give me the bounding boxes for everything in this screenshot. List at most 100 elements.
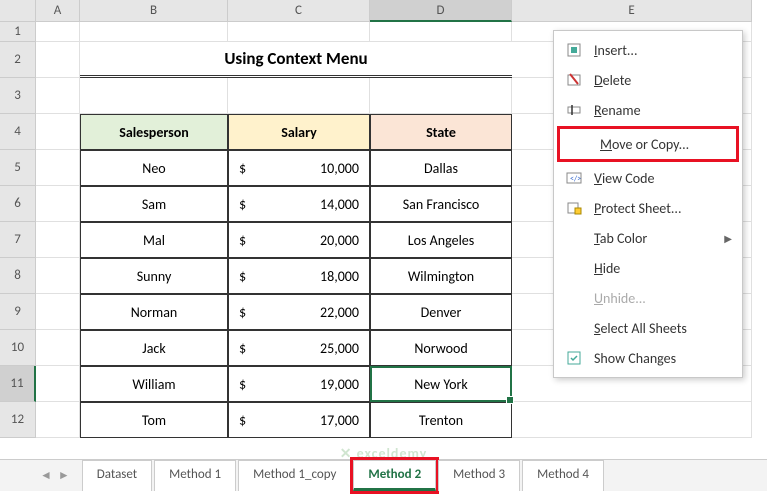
header-salary[interactable]: Salary bbox=[228, 114, 370, 150]
menu-label: View Code bbox=[594, 170, 732, 187]
svg-text:</>: </> bbox=[570, 174, 581, 184]
row-header-9[interactable]: 9 bbox=[0, 294, 36, 330]
menu-hide[interactable]: Hide bbox=[554, 253, 742, 283]
cell-a8[interactable] bbox=[36, 258, 80, 294]
cell-c1[interactable] bbox=[228, 22, 370, 42]
cell-state[interactable]: Trenton bbox=[370, 402, 512, 438]
row-header-8[interactable]: 8 bbox=[0, 258, 36, 294]
cell-salary[interactable]: $20,000 bbox=[228, 222, 370, 258]
col-header-a[interactable]: A bbox=[36, 0, 80, 22]
select-all-corner[interactable] bbox=[0, 0, 36, 22]
row-header-11[interactable]: 11 bbox=[0, 366, 36, 402]
delete-icon bbox=[564, 70, 584, 90]
cell-d1[interactable] bbox=[370, 22, 512, 42]
row-header-6[interactable]: 6 bbox=[0, 186, 36, 222]
menu-insert[interactable]: Insert... bbox=[554, 35, 742, 65]
cell-a11[interactable] bbox=[36, 366, 80, 402]
tab-nav: ◄ ► bbox=[40, 468, 70, 483]
cell-name[interactable]: Norman bbox=[80, 294, 228, 330]
menu-show-changes[interactable]: Show Changes bbox=[554, 343, 742, 373]
cell-a9[interactable] bbox=[36, 294, 80, 330]
row-header-7[interactable]: 7 bbox=[0, 222, 36, 258]
title-cell[interactable]: Using Context Menu bbox=[80, 42, 512, 78]
cell-salary[interactable]: $14,000 bbox=[228, 186, 370, 222]
cell-name[interactable]: Mal bbox=[80, 222, 228, 258]
cell-salary[interactable]: $19,000 bbox=[228, 366, 370, 402]
menu-view-code[interactable]: </> View Code bbox=[554, 163, 742, 193]
cell-a4[interactable] bbox=[36, 114, 80, 150]
sheet-tabs-bar: ◄ ► DatasetMethod 1Method 1_copyMethod 2… bbox=[0, 459, 767, 491]
cell-b3[interactable] bbox=[80, 78, 228, 114]
cell-name[interactable]: Sam bbox=[80, 186, 228, 222]
cell-state[interactable]: San Francisco bbox=[370, 186, 512, 222]
cell-salary[interactable]: $17,000 bbox=[228, 402, 370, 438]
sheet-tab[interactable]: Method 2 bbox=[353, 460, 436, 491]
cell-name[interactable]: Sunny bbox=[80, 258, 228, 294]
col-header-d[interactable]: D bbox=[370, 0, 512, 22]
cell-d3[interactable] bbox=[370, 78, 512, 114]
cell-a5[interactable] bbox=[36, 150, 80, 186]
cell-state[interactable]: Norwood bbox=[370, 330, 512, 366]
cell-c3[interactable] bbox=[228, 78, 370, 114]
row-header-4[interactable]: 4 bbox=[0, 114, 36, 150]
move-copy-icon bbox=[570, 134, 590, 154]
header-state[interactable]: State bbox=[370, 114, 512, 150]
header-salesperson[interactable]: Salesperson bbox=[80, 114, 228, 150]
cell-name[interactable]: Neo bbox=[80, 150, 228, 186]
cell-e12[interactable] bbox=[512, 402, 752, 438]
tab-color-icon bbox=[564, 228, 584, 248]
protect-icon bbox=[564, 198, 584, 218]
cell-state[interactable]: New York bbox=[370, 366, 512, 402]
menu-move-copy[interactable]: Move or Copy... bbox=[560, 129, 736, 159]
show-changes-icon bbox=[564, 348, 584, 368]
hide-icon bbox=[564, 258, 584, 278]
tab-next-icon[interactable]: ► bbox=[58, 468, 70, 483]
col-header-c[interactable]: C bbox=[228, 0, 370, 22]
sheet-tab[interactable]: Method 4 bbox=[522, 460, 604, 491]
col-header-b[interactable]: B bbox=[80, 0, 228, 22]
row-header-12[interactable]: 12 bbox=[0, 402, 36, 438]
sheet-tab[interactable]: Dataset bbox=[82, 460, 152, 491]
cell-a12[interactable] bbox=[36, 402, 80, 438]
cell-a6[interactable] bbox=[36, 186, 80, 222]
cell-a2[interactable] bbox=[36, 42, 80, 78]
tab-prev-icon[interactable]: ◄ bbox=[40, 468, 52, 483]
cell-state[interactable]: Denver bbox=[370, 294, 512, 330]
menu-rename[interactable]: Rename bbox=[554, 95, 742, 125]
menu-unhide: Unhide... bbox=[554, 283, 742, 313]
row-header-3[interactable]: 3 bbox=[0, 78, 36, 114]
cell-name[interactable]: Tom bbox=[80, 402, 228, 438]
cell-salary[interactable]: $22,000 bbox=[228, 294, 370, 330]
select-all-icon bbox=[564, 318, 584, 338]
row-header-1[interactable]: 1 bbox=[0, 22, 36, 42]
cell-salary[interactable]: $18,000 bbox=[228, 258, 370, 294]
cell-a3[interactable] bbox=[36, 78, 80, 114]
row-header-5[interactable]: 5 bbox=[0, 150, 36, 186]
menu-label: Hide bbox=[594, 260, 732, 277]
row-header-10[interactable]: 10 bbox=[0, 330, 36, 366]
menu-protect-sheet[interactable]: Protect Sheet... bbox=[554, 193, 742, 223]
cell-state[interactable]: Dallas bbox=[370, 150, 512, 186]
cell-name[interactable]: William bbox=[80, 366, 228, 402]
cell-state[interactable]: Los Angeles bbox=[370, 222, 512, 258]
menu-select-all-sheets[interactable]: Select All Sheets bbox=[554, 313, 742, 343]
row-header-2[interactable]: 2 bbox=[0, 42, 36, 78]
sheet-tab[interactable]: Method 1_copy bbox=[238, 460, 351, 491]
sheet-tab[interactable]: Method 1 bbox=[154, 460, 236, 491]
cell-a10[interactable] bbox=[36, 330, 80, 366]
menu-delete[interactable]: Delete bbox=[554, 65, 742, 95]
sheet-tab[interactable]: Method 3 bbox=[438, 460, 520, 491]
menu-label: Insert... bbox=[594, 42, 732, 59]
cell-a1[interactable] bbox=[36, 22, 80, 42]
cell-a7[interactable] bbox=[36, 222, 80, 258]
cell-salary[interactable]: $25,000 bbox=[228, 330, 370, 366]
cell-b1[interactable] bbox=[80, 22, 228, 42]
cell-salary[interactable]: $10,000 bbox=[228, 150, 370, 186]
highlight-box: Move or Copy... bbox=[557, 126, 739, 162]
menu-tab-color[interactable]: Tab Color ▶ bbox=[554, 223, 742, 253]
cell-state[interactable]: Wilmington bbox=[370, 258, 512, 294]
cell-name[interactable]: Jack bbox=[80, 330, 228, 366]
menu-label: Protect Sheet... bbox=[594, 200, 732, 217]
view-code-icon: </> bbox=[564, 168, 584, 188]
col-header-e[interactable]: E bbox=[512, 0, 752, 22]
